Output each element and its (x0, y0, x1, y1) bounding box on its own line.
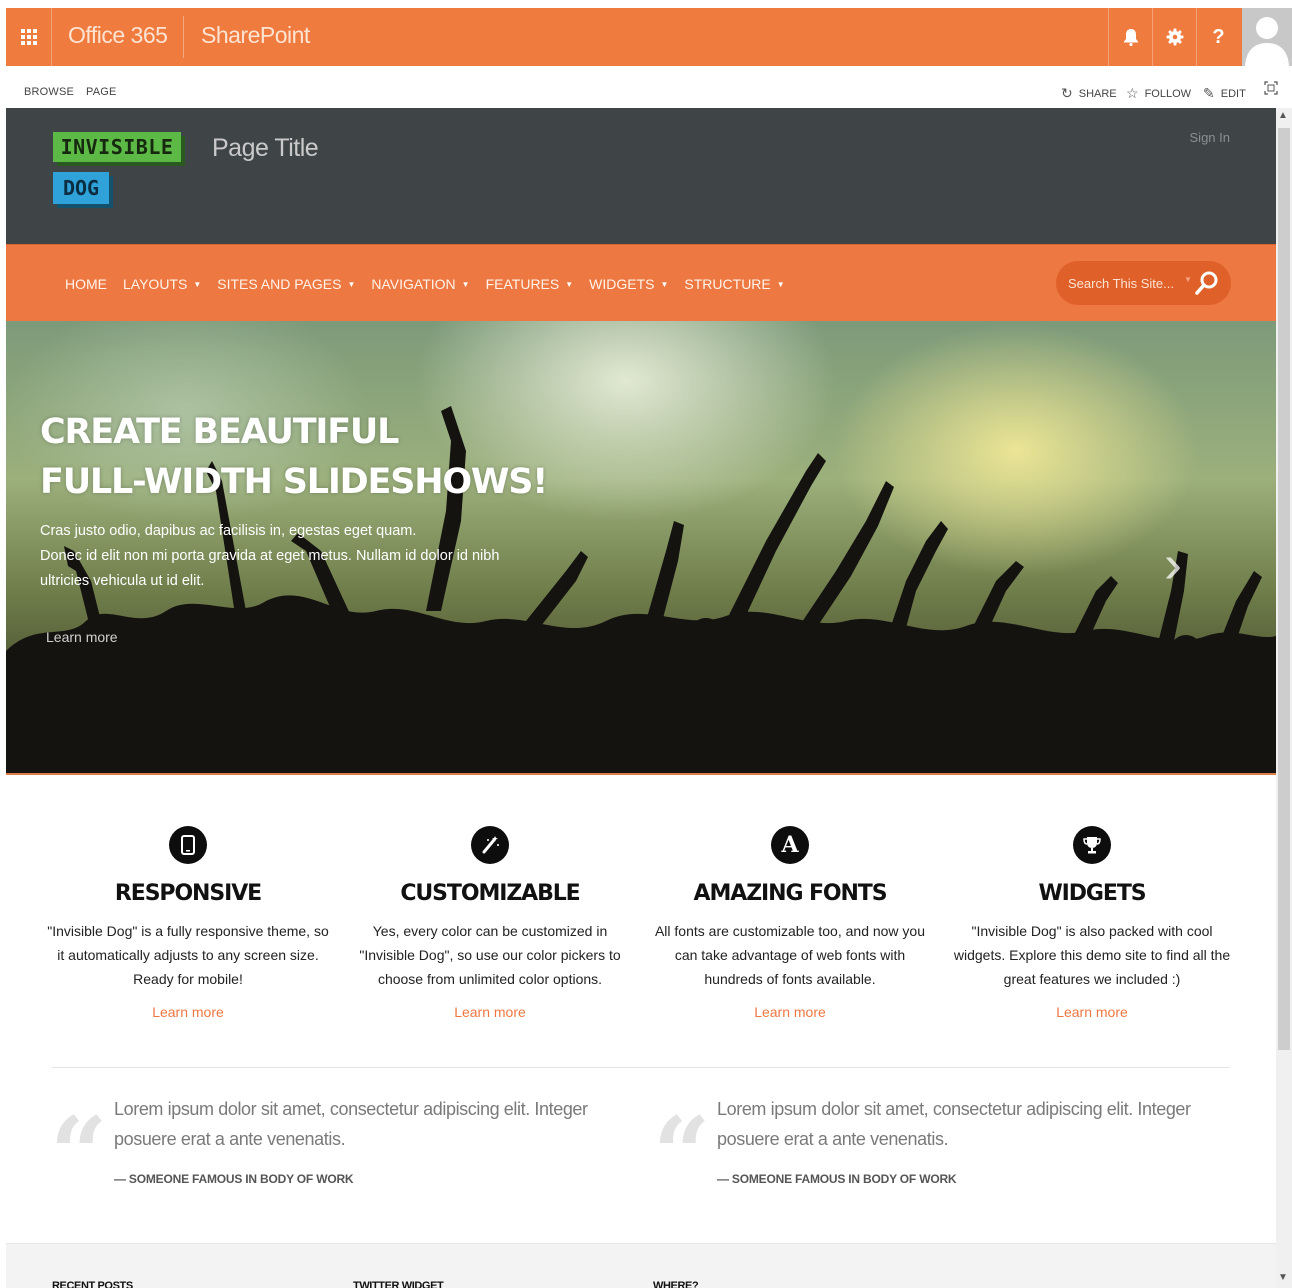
follow-label: FOLLOW (1144, 87, 1192, 100)
quote-text: Lorem ipsum dolor sit amet, consectetur … (114, 1099, 588, 1149)
site-header: INVISIBLE DOG Page Title Sign In (6, 108, 1276, 244)
waffle-icon (20, 29, 37, 45)
caret-down-icon: ▼ (461, 279, 470, 289)
magic-wand-icon (471, 826, 509, 864)
settings-button[interactable] (1152, 8, 1196, 66)
caret-down-icon: ▼ (565, 279, 574, 289)
fullscreen-icon (1264, 81, 1278, 95)
feature-learn-more-link[interactable]: Learn more (345, 1004, 635, 1020)
nav-item-structure[interactable]: STRUCTURE ▼ (684, 276, 784, 292)
page-title: Page Title (212, 134, 319, 162)
hero-learn-more-link[interactable]: Learn more (46, 629, 118, 645)
search-icon[interactable] (1193, 269, 1221, 297)
testimonial-quote: “ Lorem ipsum dolor sit amet, consectetu… (50, 1094, 644, 1204)
feature-learn-more-link[interactable]: Learn more (43, 1004, 333, 1020)
share-icon: ↻ (1061, 85, 1073, 101)
feature-learn-more-link[interactable]: Learn more (645, 1004, 935, 1020)
hero-body: Cras justo odio, dapibus ac facilisis in… (40, 523, 500, 589)
edit-button[interactable]: ✎ EDIT (1203, 85, 1246, 102)
feature-text: All fonts are customizable too, and now … (654, 923, 926, 987)
feature-title: WIDGETS (1038, 881, 1147, 906)
nav-item-sites-and-pages[interactable]: SITES AND PAGES ▼ (217, 276, 355, 292)
nav-item-features[interactable]: FEATURES ▼ (486, 276, 574, 292)
scrollbar-thumb[interactable] (1278, 128, 1290, 1050)
suite-app-name[interactable]: SharePoint (201, 22, 310, 49)
share-label: SHARE (1078, 87, 1117, 100)
feature-text: Yes, every color can be customized in "I… (359, 923, 621, 987)
nav-item-layouts[interactable]: LAYOUTS ▼ (123, 276, 201, 292)
sign-in-link[interactable]: Sign In (1190, 130, 1230, 145)
quote-mark-icon: “ (653, 1095, 711, 1213)
slide-next-arrow-icon[interactable]: › (1164, 533, 1182, 595)
feature-responsive: RESPONSIVE "Invisible Dog" is a fully re… (43, 826, 333, 1020)
star-icon: ☆ (1126, 85, 1139, 101)
help-icon: ? (1212, 25, 1225, 48)
feature-customizable: CUSTOMIZABLE Yes, every color can be cus… (345, 826, 635, 1020)
scroll-up-arrow-icon[interactable]: ▲ (1278, 110, 1288, 121)
footer-band (6, 1243, 1276, 1288)
feature-amazing-fonts: A AMAZING FONTS All fonts are customizab… (645, 826, 935, 1020)
caret-down-icon: ▼ (660, 279, 669, 289)
feature-title: RESPONSIVE (114, 881, 262, 906)
feature-text: "Invisible Dog" is a fully responsive th… (47, 923, 329, 987)
bell-icon (1123, 29, 1138, 46)
suite-bar: Office 365 SharePoint ? (6, 8, 1292, 66)
tab-page[interactable]: PAGE (86, 86, 117, 98)
search-scope-caret-icon[interactable]: ▼ (1184, 275, 1192, 284)
suite-brand[interactable]: Office 365 (68, 22, 168, 49)
section-divider (52, 1067, 1230, 1068)
site-logo-invisible[interactable]: INVISIBLE (53, 132, 181, 162)
gear-icon (1166, 28, 1183, 46)
quote-mark-icon: “ (50, 1095, 108, 1213)
top-navigation: HOME LAYOUTS ▼ SITES AND PAGES ▼ NAVIGATIO… (6, 244, 1276, 321)
follow-button[interactable]: ☆ FOLLOW (1126, 85, 1191, 102)
share-button[interactable]: ↻ SHARE (1061, 85, 1117, 102)
trophy-icon (1073, 826, 1111, 864)
nav-item-home[interactable]: HOME (65, 276, 107, 292)
testimonial-quote: “ Lorem ipsum dolor sit amet, consectetu… (653, 1094, 1247, 1204)
ribbon-bar: BROWSE PAGE ↻ SHARE ☆ FOLLOW ✎ EDIT (6, 66, 1292, 108)
hero-bottom-border (6, 773, 1276, 775)
edit-label: EDIT (1220, 87, 1246, 100)
tab-browse[interactable]: BROWSE (24, 86, 74, 98)
caret-down-icon: ▼ (776, 279, 785, 289)
caret-down-icon: ▼ (193, 279, 202, 289)
pencil-icon: ✎ (1203, 85, 1215, 101)
suite-divider (183, 16, 184, 58)
notifications-button[interactable] (1108, 8, 1152, 66)
scroll-down-arrow-icon[interactable]: ▼ (1278, 1272, 1288, 1283)
site-logo-dog[interactable]: DOG (53, 172, 109, 204)
user-avatar[interactable] (1242, 8, 1292, 66)
app-launcher-button[interactable] (6, 8, 52, 66)
feature-learn-more-link[interactable]: Learn more (947, 1004, 1237, 1020)
quote-author: — SOMEONE FAMOUS IN BODY OF WORK (717, 1172, 957, 1186)
focus-mode-button[interactable] (1264, 81, 1278, 95)
hero-title: CREATE BEAUTIFUL FULL-WIDTH SLIDESHOWS! (40, 412, 548, 502)
nav-item-widgets[interactable]: WIDGETS ▼ (589, 276, 668, 292)
footer-heading-twitter-widget: TWITTER WIDGET (353, 1280, 444, 1288)
mobile-icon (169, 826, 207, 864)
feature-widgets: WIDGETS "Invisible Dog" is also packed w… (947, 826, 1237, 1020)
feature-title: CUSTOMIZABLE (400, 881, 580, 906)
footer-heading-where: WHERE? (653, 1280, 699, 1288)
quote-author: — SOMEONE FAMOUS IN BODY OF WORK (114, 1172, 354, 1186)
feature-text: "Invisible Dog" is also packed with cool… (953, 923, 1231, 987)
person-icon (1245, 17, 1289, 66)
help-button[interactable]: ? (1196, 8, 1240, 66)
font-icon: A (771, 826, 809, 864)
search-input[interactable] (1068, 273, 1178, 293)
footer-heading-recent-posts: RECENT POSTS (52, 1280, 133, 1288)
hero-slideshow: CREATE BEAUTIFUL FULL-WIDTH SLIDESHOWS! … (6, 321, 1276, 773)
quote-text: Lorem ipsum dolor sit amet, consectetur … (717, 1099, 1191, 1149)
nav-item-navigation[interactable]: NAVIGATION ▼ (371, 276, 469, 292)
site-search: ▼ (1056, 261, 1231, 305)
feature-title: AMAZING FONTS (693, 881, 888, 906)
caret-down-icon: ▼ (347, 279, 356, 289)
